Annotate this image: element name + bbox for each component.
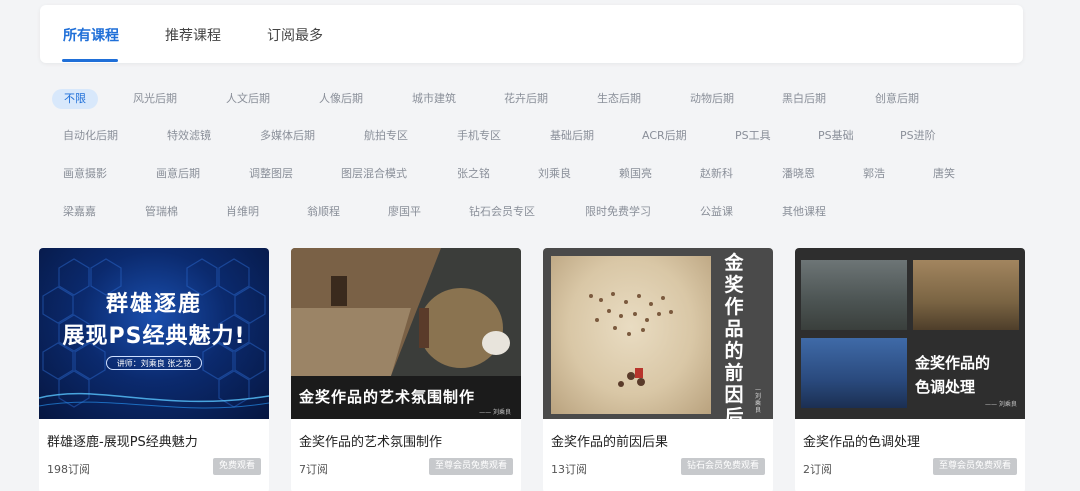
thumbnail-title-line1: 金奖作品的 (915, 354, 991, 372)
course-card[interactable]: 金奖作品的前因后果 —刘乘良 金奖作品的前因后果 13订阅 钻石会员免费观看 (543, 248, 773, 491)
filter-tag[interactable]: 风光后期 (133, 89, 177, 109)
course-tabs-bar: 所有课程 推荐课程 订阅最多 (40, 5, 1023, 63)
filter-tag[interactable]: ACR后期 (642, 126, 687, 146)
filter-tag[interactable]: 生态后期 (597, 89, 641, 109)
filter-tag[interactable]: 张之铭 (457, 164, 490, 184)
filter-tag[interactable]: 钻石会员专区 (469, 202, 535, 222)
course-card[interactable]: 金奖作品的 色调处理 —— 刘乘良 金奖作品的色调处理 2订阅 至尊会员免费观看 (795, 248, 1025, 491)
thumbnail-title: 金奖作品的艺术氛围制作 (299, 388, 476, 406)
course-title[interactable]: 群雄逐鹿-展现PS经典魅力 (47, 431, 198, 450)
filter-tag[interactable]: 特效滤镜 (167, 126, 211, 146)
filter-tag[interactable]: 人文后期 (226, 89, 270, 109)
filter-tag[interactable]: 黑白后期 (782, 89, 826, 109)
filter-tag[interactable]: 画意摄影 (63, 164, 107, 184)
filter-tag[interactable]: 唐笑 (933, 164, 955, 184)
course-thumbnail: 群雄逐鹿 展现PS经典魅力! 讲师：刘乘良 张之铭 (39, 248, 269, 419)
filter-tag[interactable]: 廖国平 (388, 202, 421, 222)
filter-tag[interactable]: 多媒体后期 (260, 126, 315, 146)
filter-tag[interactable]: 花卉后期 (504, 89, 548, 109)
filter-tag[interactable]: PS进阶 (900, 126, 936, 146)
tab-recommended-courses[interactable]: 推荐课程 (165, 25, 221, 45)
filter-tag[interactable]: 潘晓恩 (782, 164, 815, 184)
filter-tag[interactable]: 其他课程 (782, 202, 826, 222)
thumbnail-photo (551, 256, 711, 414)
access-badge: 钻石会员免费观看 (680, 458, 765, 475)
thumbnail-credit: —— 刘乘良 (479, 409, 511, 416)
filter-tag[interactable]: 航拍专区 (364, 126, 408, 146)
filter-tag[interactable]: 调整图层 (249, 164, 293, 184)
active-tab-indicator (62, 59, 118, 62)
filter-tag[interactable]: PS工具 (735, 126, 771, 146)
course-thumbnail: 金奖作品的艺术氛围制作 —— 刘乘良 (291, 248, 521, 419)
filter-tag[interactable]: 基础后期 (550, 126, 594, 146)
thumbnail-credit: —刘乘良 (755, 386, 762, 414)
subscription-count: 13订阅 (551, 463, 587, 476)
filter-tag[interactable]: 手机专区 (457, 126, 501, 146)
course-card[interactable]: 群雄逐鹿 展现PS经典魅力! 讲师：刘乘良 张之铭 群雄逐鹿-展现PS经典魅力 … (39, 248, 269, 491)
filter-tag[interactable]: 赖国亮 (619, 164, 652, 184)
access-badge: 免费观看 (212, 458, 261, 475)
thumbnail-photo-3 (801, 338, 907, 408)
course-card[interactable]: 金奖作品的艺术氛围制作 —— 刘乘良 金奖作品的艺术氛围制作 7订阅 至尊会员免… (291, 248, 521, 491)
subscription-count: 7订阅 (299, 463, 328, 476)
filter-tag[interactable]: 翁顺程 (307, 202, 340, 222)
thumbnail-photo-1 (801, 260, 907, 330)
filter-tag[interactable]: PS基础 (818, 126, 854, 146)
filter-tag[interactable]: 创意后期 (875, 89, 919, 109)
subscription-count: 2订阅 (803, 463, 832, 476)
filter-tag[interactable]: 管瑞棉 (145, 202, 178, 222)
thumbnail-title-line1: 群雄逐鹿 (105, 292, 202, 317)
filter-tag[interactable]: 刘乘良 (538, 164, 571, 184)
filter-tag[interactable]: 自动化后期 (63, 126, 118, 146)
filter-tag[interactable]: 图层混合模式 (341, 164, 407, 184)
thumbnail-instructor-pill: 讲师：刘乘良 张之铭 (106, 356, 202, 370)
filter-tag[interactable]: 画意后期 (156, 164, 200, 184)
course-title[interactable]: 金奖作品的色调处理 (803, 431, 920, 450)
filter-tag[interactable]: 赵新科 (700, 164, 733, 184)
course-thumbnail: 金奖作品的前因后果 —刘乘良 (543, 248, 773, 419)
filter-tag[interactable]: 动物后期 (690, 89, 734, 109)
thumbnail-title-line2: 展现PS经典魅力! (62, 324, 246, 349)
tab-all-courses[interactable]: 所有课程 (63, 25, 119, 45)
filter-tag-unlimited[interactable]: 不限 (52, 89, 98, 109)
filter-tag[interactable]: 公益课 (700, 202, 733, 222)
tab-most-subscribed[interactable]: 订阅最多 (267, 25, 323, 45)
filter-tag[interactable]: 肖维明 (226, 202, 259, 222)
access-badge: 至尊会员免费观看 (428, 458, 513, 475)
filter-tag[interactable]: 城市建筑 (412, 89, 456, 109)
course-title[interactable]: 金奖作品的艺术氛围制作 (299, 431, 442, 450)
filter-tag[interactable]: 限时免费学习 (585, 202, 651, 222)
access-badge: 至尊会员免费观看 (932, 458, 1017, 475)
thumbnail-vertical-title: 金奖作品的前因后果 (724, 252, 744, 419)
thumbnail-photo-2 (913, 260, 1019, 330)
filter-tag[interactable]: 人像后期 (319, 89, 363, 109)
course-thumbnail: 金奖作品的 色调处理 —— 刘乘良 (795, 248, 1025, 419)
filter-tag[interactable]: 梁嘉嘉 (63, 202, 96, 222)
thumbnail-title-line2: 色调处理 (915, 378, 976, 396)
thumbnail-credit: —— 刘乘良 (985, 401, 1017, 408)
filter-tag[interactable]: 郭浩 (863, 164, 885, 184)
subscription-count: 198订阅 (47, 463, 90, 476)
herd-graphic (589, 292, 673, 387)
course-title[interactable]: 金奖作品的前因后果 (551, 431, 668, 450)
